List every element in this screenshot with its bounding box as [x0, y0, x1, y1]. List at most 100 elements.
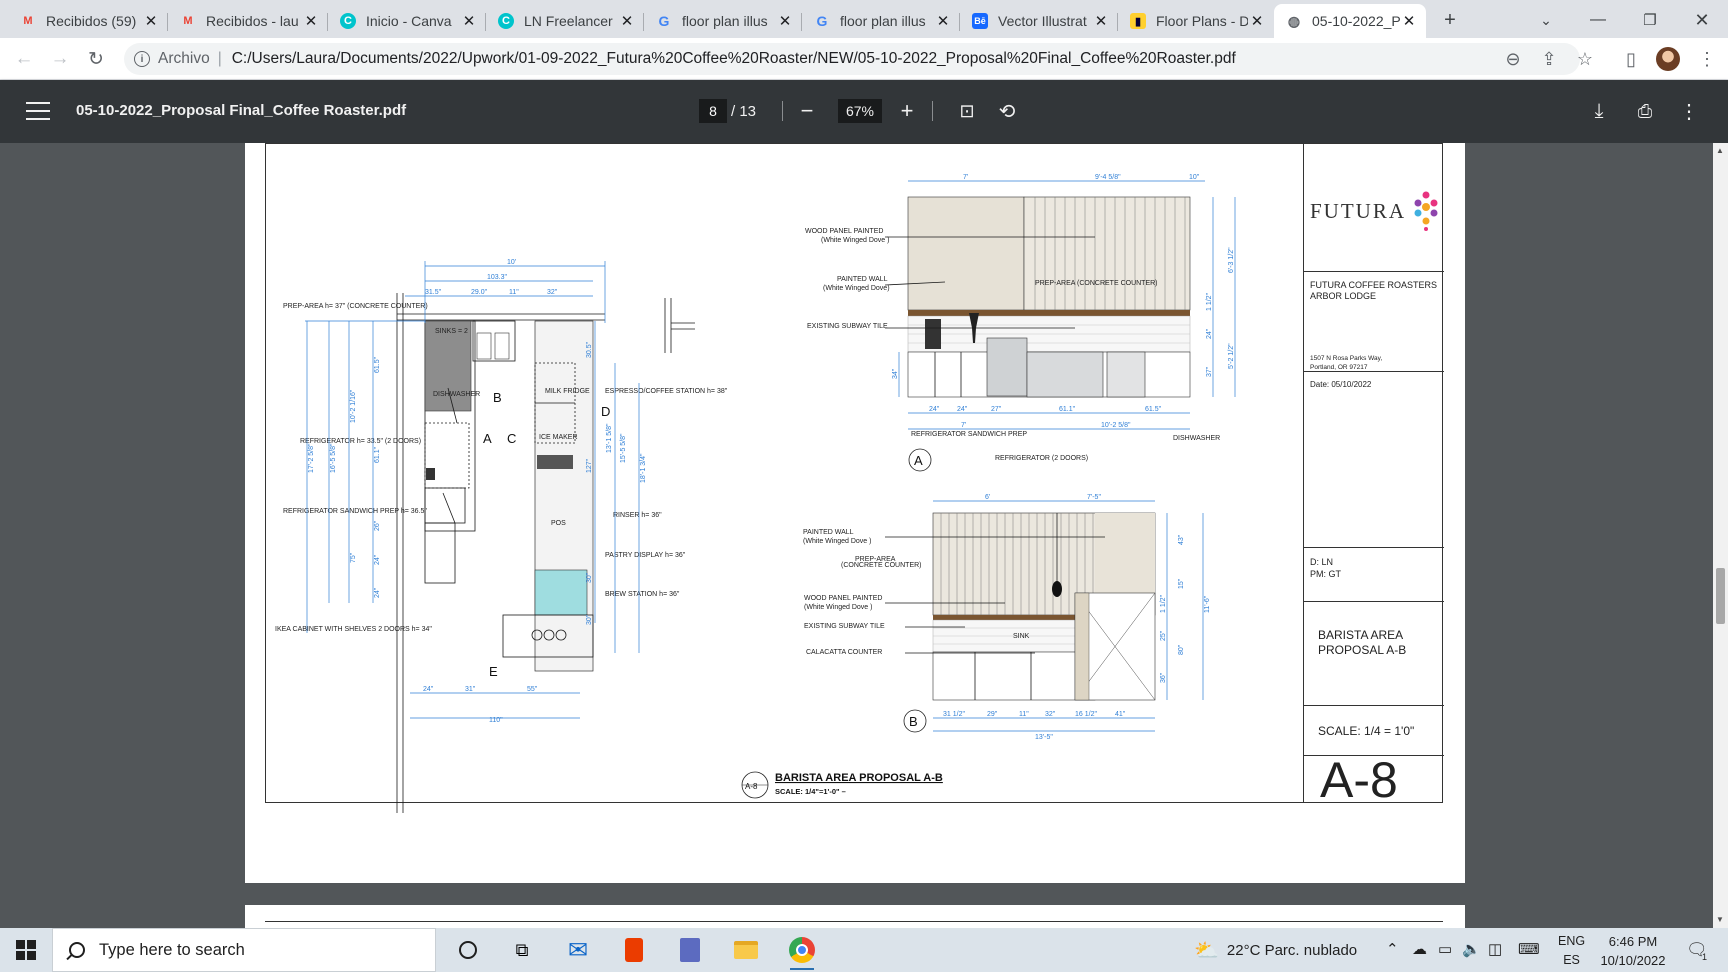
- chrome-app-icon[interactable]: [782, 934, 822, 970]
- network-icon[interactable]: ◫: [1488, 940, 1502, 958]
- more-actions-icon[interactable]: ⋮: [1676, 98, 1702, 124]
- elev-a-label-sandwich: REFRIGERATOR SANDWICH PREP: [911, 431, 1027, 438]
- url-text[interactable]: C:/Users/Laura/Documents/2022/Upwork/01-…: [232, 50, 1236, 68]
- scroll-down-icon[interactable]: ▼: [1716, 915, 1724, 924]
- label-brew-station: BREW STATION h= 36": [605, 591, 680, 598]
- dim-v13: 13'-1 5/8": [606, 423, 613, 453]
- dim-v24a: 24": [374, 554, 381, 565]
- close-tab-icon[interactable]: ✕: [302, 12, 320, 30]
- page-number-input[interactable]: 8: [699, 99, 727, 123]
- partly-cloudy-icon: ⛅: [1194, 939, 1219, 962]
- elev-a-dim-h63: 6'-3 1/2": [1228, 247, 1235, 273]
- elev-a-dim-b611: 61.1": [1059, 406, 1076, 413]
- close-tab-icon[interactable]: ✕: [1400, 12, 1418, 30]
- google-icon: G: [816, 13, 828, 29]
- dim-v10: 10'-2 1/16": [350, 389, 357, 423]
- tab-pdf-active[interactable]: ◍ 05-10-2022_P ✕: [1274, 4, 1426, 38]
- elev-b-label-painted-wall-sub: (White Winged Dove ): [803, 538, 871, 545]
- label-ice-maker: ICE MAKER: [539, 434, 578, 441]
- elev-a-dim-w10: 10": [1189, 174, 1200, 181]
- close-tab-icon[interactable]: ✕: [1092, 12, 1110, 30]
- tab-behance[interactable]: Bē Vector Illustrat ✕: [960, 4, 1118, 38]
- close-tab-icon[interactable]: ✕: [1248, 12, 1266, 30]
- close-tab-icon[interactable]: ✕: [618, 12, 636, 30]
- dim-29: 29.0": [471, 289, 488, 296]
- elev-a-dim-w9: 9'-4 5/8": [1095, 174, 1121, 181]
- close-window-icon[interactable]: ✕: [1688, 6, 1716, 34]
- tab-canva-2[interactable]: C LN Freelancer ✕: [486, 4, 644, 38]
- elev-b-dim-h15b: 1 1/2": [1160, 594, 1167, 613]
- show-hidden-icons[interactable]: ⌃: [1386, 940, 1399, 958]
- reload-icon[interactable]: ↻: [82, 45, 110, 73]
- volume-icon[interactable]: 🔈: [1462, 940, 1481, 958]
- client-location: ARBOR LODGE: [1310, 291, 1377, 301]
- zoom-out-icon[interactable]: −: [794, 98, 820, 124]
- keyboard-icon[interactable]: ⌨: [1518, 940, 1540, 958]
- share-icon[interactable]: ⇪: [1536, 46, 1562, 72]
- scroll-up-icon[interactable]: ▲: [1716, 146, 1724, 155]
- task-view-icon[interactable]: ⧉: [502, 934, 542, 966]
- zoom-icon[interactable]: ⊖: [1500, 46, 1526, 72]
- fit-page-icon[interactable]: ⊡: [954, 98, 980, 124]
- drawing-canvas: PREP-AREA h= 37" (CONCRETE COUNTER) SINK…: [275, 174, 1236, 813]
- forward-icon[interactable]: →: [46, 45, 74, 73]
- dim-10ft: 10': [507, 259, 516, 266]
- sheet-title-2: PROPOSAL A-B: [1318, 643, 1407, 657]
- profile-avatar[interactable]: [1656, 47, 1680, 71]
- label-espresso-station: ESPRESSO/COFFEE STATION h= 38": [605, 388, 728, 395]
- back-icon[interactable]: ←: [10, 45, 38, 73]
- dim-v611: 61.1": [374, 446, 381, 463]
- scrollbar-thumb[interactable]: [1716, 568, 1725, 624]
- tab-canva-1[interactable]: C Inicio - Canva ✕: [328, 4, 486, 38]
- pdf-viewport[interactable]: PREP-AREA h= 37" (CONCRETE COUNTER) SINK…: [0, 143, 1728, 928]
- print-icon[interactable]: ⎙: [1632, 98, 1658, 124]
- weather-widget[interactable]: ⛅ 22°C Parc. nublado: [1194, 928, 1357, 972]
- tab-miro[interactable]: ▮ Floor Plans - D ✕: [1118, 4, 1274, 38]
- rotate-icon[interactable]: ⟲: [994, 98, 1020, 124]
- system-clock[interactable]: 6:46 PM 10/10/2022: [1596, 932, 1670, 970]
- hamburger-menu-icon[interactable]: [26, 99, 50, 123]
- side-panel-icon[interactable]: ▯: [1618, 46, 1644, 72]
- dim-v30b: 30": [586, 614, 593, 625]
- tab-search-icon[interactable]: ⌄: [1532, 6, 1560, 34]
- address-bar[interactable]: i Archivo | C:/Users/Laura/Documents/202…: [124, 43, 1580, 75]
- tab-gmail-2[interactable]: M Recibidos - lau ✕: [168, 4, 328, 38]
- input-language[interactable]: ENG ES: [1558, 932, 1585, 970]
- cortana-icon[interactable]: [448, 934, 488, 966]
- calculator-app-icon[interactable]: [670, 934, 710, 966]
- elev-b-label-subway: EXISTING SUBWAY TILE: [804, 623, 885, 630]
- browser-menu-icon[interactable]: ⋮: [1694, 46, 1720, 72]
- bookmark-star-icon[interactable]: ☆: [1572, 46, 1598, 72]
- download-icon[interactable]: ⤓: [1586, 98, 1612, 124]
- office-app-icon[interactable]: [614, 934, 654, 966]
- new-tab-button[interactable]: +: [1436, 6, 1464, 34]
- vertical-scrollbar[interactable]: ▲ ▼: [1713, 143, 1728, 928]
- info-icon[interactable]: i: [134, 51, 150, 67]
- close-tab-icon[interactable]: ✕: [142, 12, 160, 30]
- dim-v75: 75": [350, 552, 357, 563]
- mail-app-icon[interactable]: ✉: [558, 934, 598, 966]
- elevation-b: SINK PAINTED WALL (White Winged Dove ) P…: [803, 494, 1211, 741]
- tab-google-1[interactable]: G floor plan illus ✕: [644, 4, 802, 38]
- zoom-in-icon[interactable]: +: [894, 98, 920, 124]
- windows-start-icon[interactable]: [16, 940, 36, 960]
- minimize-icon[interactable]: —: [1584, 6, 1612, 34]
- onedrive-icon[interactable]: ☁: [1412, 940, 1427, 958]
- close-tab-icon[interactable]: ✕: [934, 12, 952, 30]
- zoom-input[interactable]: 67%: [838, 99, 882, 123]
- pdf-page-8: PREP-AREA h= 37" (CONCRETE COUNTER) SINK…: [245, 143, 1465, 883]
- restore-icon[interactable]: ❐: [1636, 6, 1664, 34]
- taskbar-search[interactable]: Type here to search: [52, 928, 436, 972]
- search-placeholder: Type here to search: [99, 940, 245, 959]
- tab-google-2[interactable]: G floor plan illus ✕: [802, 4, 960, 38]
- sheet-number: A-8: [1320, 755, 1398, 803]
- dim-b110: 110": [489, 717, 503, 724]
- tab-gmail-1[interactable]: M Recibidos (59) ✕: [8, 4, 168, 38]
- designer-initials: D: LN: [1310, 557, 1334, 567]
- close-tab-icon[interactable]: ✕: [776, 12, 794, 30]
- file-explorer-icon[interactable]: [726, 934, 766, 966]
- elev-a-dim-h52: 5'-2 1/2": [1228, 343, 1235, 369]
- close-tab-icon[interactable]: ✕: [460, 12, 478, 30]
- notification-count: 1: [1702, 952, 1708, 962]
- battery-icon[interactable]: ▭: [1438, 940, 1452, 958]
